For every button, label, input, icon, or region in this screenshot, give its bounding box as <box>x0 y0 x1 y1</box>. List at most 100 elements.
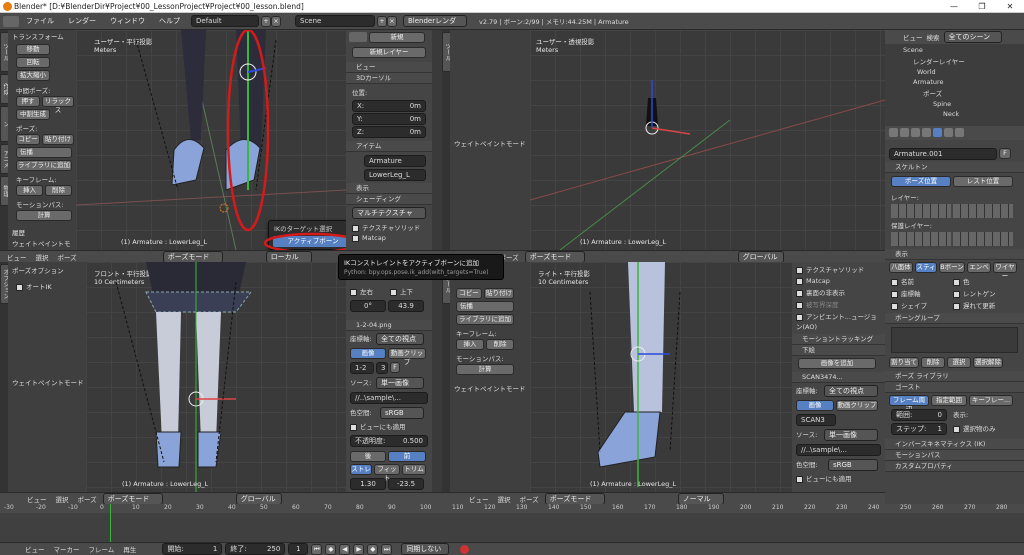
movie-clip-button[interactable]: 動画クリップ <box>836 400 878 411</box>
propagate-button[interactable]: 伝播 <box>456 301 514 312</box>
on-keyframes-button[interactable]: キーフレー... <box>969 395 1013 406</box>
source-select[interactable]: 単一画像 <box>824 429 878 441</box>
cursor-y-field[interactable]: Y: 0m <box>352 113 426 125</box>
colorspace-select[interactable]: sRGB <box>380 407 424 419</box>
cursor-x-field[interactable]: X: 0m <box>352 100 426 112</box>
delay-refresh-checkbox[interactable]: 遅れて更新 <box>953 300 995 310</box>
front-button[interactable]: 前 <box>388 451 426 462</box>
viewport-top-right[interactable]: ユーザー・透視投影 Meters (1) Armature : LowerLeg… <box>530 30 885 250</box>
scrollbar-bottom-mid[interactable] <box>432 262 442 492</box>
timeline-view-menu[interactable]: ビュー <box>22 544 48 554</box>
movie-clip-button[interactable]: 動画クリップ <box>388 348 426 366</box>
history-panel[interactable]: 履歴 <box>8 221 76 237</box>
custom-properties-panel[interactable]: カスタムプロパティ <box>885 461 1024 472</box>
header-view-menu[interactable]: ビュー <box>466 494 492 504</box>
display-panel[interactable]: 表示 <box>885 249 1024 260</box>
close-button[interactable]: ✕ <box>996 0 1024 13</box>
delete-keyframe-button[interactable]: 削除 <box>45 185 72 196</box>
paste-pose-button[interactable]: 貼り付け <box>484 288 514 299</box>
pose-library-panel[interactable]: ポーズ ライブラリ <box>885 371 1024 382</box>
background-images-panel[interactable]: 下絵 <box>792 345 885 356</box>
maximize-button[interactable]: ❐ <box>968 0 996 13</box>
mode-select[interactable]: ポーズモード <box>162 250 223 263</box>
current-frame-field[interactable]: 1 <box>288 543 309 555</box>
paste-pose-button[interactable]: 貼り付け <box>42 134 74 145</box>
start-frame-field[interactable]: 開始: 1 <box>162 543 223 555</box>
octahedral-button[interactable]: 八面体 <box>889 262 913 273</box>
insert-keyframe-button[interactable]: 挿入 <box>456 339 484 350</box>
fit-button[interactable]: フィット <box>374 464 400 482</box>
calculate-paths-button[interactable]: 計算 <box>16 210 72 221</box>
view-panel[interactable]: ビュー <box>346 62 432 73</box>
header-view-menu[interactable]: ビュー <box>24 494 50 504</box>
outliner-view-menu[interactable]: ビュー <box>903 32 923 42</box>
propagate-button[interactable]: 伝播 <box>16 147 72 158</box>
size-field[interactable]: 43.9 <box>388 300 424 312</box>
layout-selector[interactable]: Default <box>191 15 259 27</box>
image-slot-field[interactable]: SCAN3 <box>796 414 836 426</box>
view-as-render-checkbox[interactable]: ビューにも適用 <box>792 472 885 484</box>
next-keyframe-icon[interactable]: ◆ <box>367 543 379 555</box>
bone-groups-panel[interactable]: ボーングループ <box>885 313 1024 324</box>
minimize-button[interactable]: — <box>940 0 968 13</box>
menu-help[interactable]: ヘルプ <box>152 16 187 26</box>
display-panel[interactable]: 表示 <box>346 183 432 194</box>
grease-pencil-icon[interactable] <box>349 32 367 42</box>
ghost-step-field[interactable]: ステップ: 1 <box>891 423 947 435</box>
add-to-library-button[interactable]: ライブラリに追加 <box>456 314 514 325</box>
outliner-armature[interactable]: Armature <box>885 76 1024 86</box>
remove-layout-button[interactable]: × <box>271 15 281 27</box>
render-tab-icon[interactable] <box>889 128 898 137</box>
push-button[interactable]: 押す <box>16 96 40 107</box>
orientation-select[interactable]: ノーマル <box>677 492 724 505</box>
play-icon[interactable]: ▶ <box>353 543 365 555</box>
cursor-z-field[interactable]: Z: 0m <box>352 126 426 138</box>
weight-paint-panel[interactable]: ウェイトペイントモード <box>450 375 530 393</box>
bone-layers-grid-2[interactable] <box>953 204 1013 218</box>
assign-button[interactable]: 割り当て <box>889 357 919 368</box>
orientation-select[interactable]: グローバル <box>737 250 784 263</box>
weight-paint-panel[interactable]: ウェイトペイントモ <box>12 238 71 248</box>
editor-type-icon[interactable] <box>3 15 19 27</box>
matcap-checkbox[interactable]: Matcap <box>346 233 432 243</box>
scale-button[interactable]: 拡大縮小 <box>16 70 50 81</box>
add-image-button[interactable]: 画像を追加 <box>798 358 876 369</box>
new-button[interactable]: 新規 <box>369 32 425 43</box>
deselect-button[interactable]: 選択解除 <box>973 357 1003 368</box>
mode-select[interactable]: ポーズモード <box>102 492 163 505</box>
image-slot-field[interactable]: 1-2 <box>350 362 374 374</box>
pose-options-panel[interactable]: ポーズオプション <box>8 262 86 278</box>
object-tab-icon[interactable] <box>922 128 931 137</box>
remove-button[interactable]: 削除 <box>921 357 945 368</box>
xray-checkbox[interactable]: レントゲン <box>953 288 996 298</box>
weight-paint-panel-right[interactable]: ウェイトペイントモード <box>454 138 526 148</box>
outliner-render-layers[interactable]: レンダーレイヤー <box>885 54 1024 66</box>
protected-layers-grid[interactable] <box>891 232 951 246</box>
scene-tab-icon[interactable] <box>900 128 909 137</box>
record-icon[interactable] <box>460 544 470 554</box>
fake-user-button[interactable]: F <box>999 148 1011 159</box>
ambient-occlusion-checkbox[interactable]: アンビエント...ュージョン(AO) <box>792 310 885 332</box>
bone-name-field[interactable]: LowerLeg_L <box>364 169 426 181</box>
add-layout-button[interactable]: + <box>261 15 271 27</box>
copy-pose-button[interactable]: コピー <box>456 288 482 299</box>
axes-checkbox[interactable]: 座標軸 <box>891 288 951 298</box>
constraints-tab-icon[interactable] <box>955 128 964 137</box>
timeline-marker-menu[interactable]: マーカー <box>51 544 83 554</box>
header-pose-menu[interactable]: ポーズ <box>517 494 542 504</box>
opacity-field[interactable]: 不透明度: 0.500 <box>350 435 428 447</box>
relax-button[interactable]: リラックス <box>42 96 74 114</box>
outliner-spine[interactable]: Spine <box>885 98 1024 108</box>
rotation-field[interactable]: 0° <box>350 300 386 312</box>
header-pose-menu[interactable]: ポーズ <box>75 494 100 504</box>
texture-solid-checkbox[interactable]: テクスチャソリッド <box>346 221 432 233</box>
weight-paint-panel-bottom[interactable]: ウェイトペイントモード <box>12 377 84 387</box>
matcap-checkbox[interactable]: Matcap <box>792 276 885 286</box>
orientation-select[interactable]: グローバル <box>235 492 282 505</box>
auto-ik-checkbox[interactable]: オートIK <box>8 278 86 294</box>
outliner-pose[interactable]: ポーズ <box>885 86 1024 98</box>
timeline-frame-menu[interactable]: フレーム <box>86 544 118 554</box>
image-source-button[interactable]: 画像 <box>796 400 834 411</box>
axis-select[interactable]: 全ての視点 <box>824 385 878 397</box>
view-as-render-checkbox[interactable]: ビューにも適用 <box>346 420 432 432</box>
